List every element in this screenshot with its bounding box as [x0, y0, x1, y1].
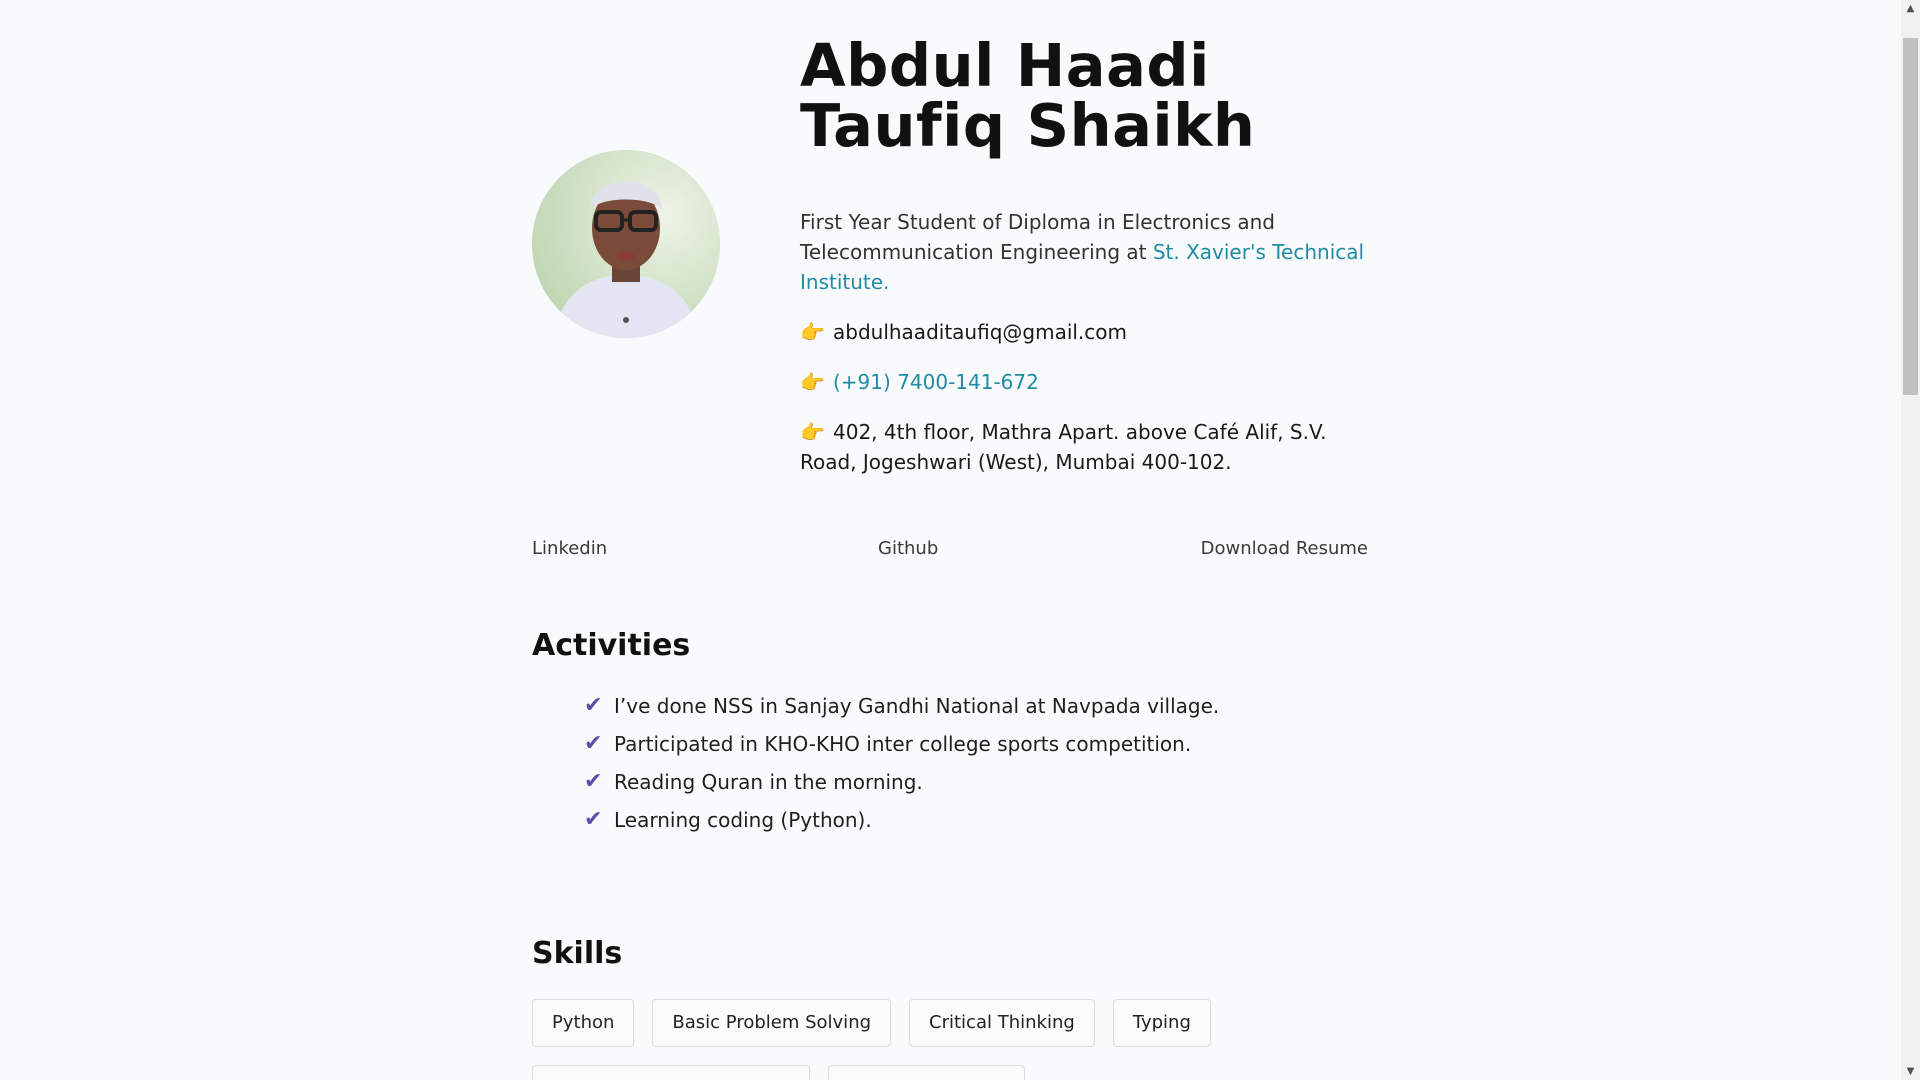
checkmark-icon: ✔ — [584, 769, 603, 794]
linkedin-link[interactable]: Linkedin — [532, 538, 607, 559]
pointing-hand-icon: 👉 — [800, 370, 825, 394]
phone-row: 👉 (+91) 7400-141-672 — [800, 367, 1370, 397]
list-item: ✔ I’ve done NSS in Sanjay Gandhi National… — [584, 687, 1368, 725]
checkmark-icon: ✔ — [584, 693, 603, 718]
resume-page: Abdul Haadi Taufiq Shaikh First Year Stu… — [0, 0, 1920, 1080]
skill-chip: Typing — [1112, 999, 1211, 1047]
phone-link[interactable]: (+91) 7400-141-672 — [833, 367, 1039, 397]
pointing-hand-icon: 👉 — [800, 420, 825, 444]
skills-heading: Skills — [532, 936, 623, 971]
activities-section: Activities ✔ I’ve done NSS in Sanjay Gand… — [532, 628, 1368, 839]
skill-chip: Critical Thinking — [909, 999, 1095, 1047]
address-row: 👉 402, 4th floor, Mathra Apart. above Caf… — [800, 417, 1370, 477]
bio-text: First Year Student of Diploma in Electro… — [800, 207, 1370, 297]
email-text: abdulhaaditaufiq@gmail.com — [833, 320, 1128, 344]
skill-chip-partial — [532, 1065, 810, 1080]
checkmark-icon: ✔ — [584, 731, 603, 756]
email-row: 👉 abdulhaaditaufiq@gmail.com — [800, 317, 1370, 347]
scrollbar-thumb[interactable] — [1903, 38, 1918, 395]
download-resume-link[interactable]: Download Resume — [1201, 538, 1368, 559]
name-line-2: Taufiq Shaikh — [800, 91, 1256, 160]
list-item: ✔ Participated in KHO-KHO inter college s… — [584, 725, 1368, 763]
vertical-scrollbar[interactable]: ▲ ▼ — [1901, 0, 1920, 1080]
activity-text: I’ve done NSS in Sanjay Gandhi National … — [614, 694, 1220, 718]
activity-text: Participated in KHO-KHO inter college sp… — [614, 732, 1192, 756]
page-title: Abdul Haadi Taufiq Shaikh — [800, 36, 1370, 156]
intro-block: Abdul Haadi Taufiq Shaikh First Year Stu… — [800, 36, 1370, 477]
skill-chip-partial — [828, 1065, 1025, 1080]
checkmark-icon: ✔ — [584, 807, 603, 832]
skills-section: Skills Python Basic Problem Solving Crit… — [532, 936, 1368, 1080]
profile-header: Abdul Haadi Taufiq Shaikh First Year Stu… — [532, 0, 1368, 500]
activity-text: Reading Quran in the morning. — [614, 770, 923, 794]
activity-text: Learning coding (Python). — [614, 808, 872, 832]
scroll-down-arrow-icon[interactable]: ▼ — [1901, 1063, 1920, 1080]
main-content: Abdul Haadi Taufiq Shaikh First Year Stu… — [532, 0, 1368, 1080]
skill-chip: Python — [532, 999, 635, 1047]
name-line-1: Abdul Haadi — [800, 31, 1210, 100]
list-item: ✔ Reading Quran in the morning. — [584, 763, 1368, 801]
address-text: 402, 4th floor, Mathra Apart. above Café… — [800, 420, 1327, 474]
scroll-up-arrow-icon[interactable]: ▲ — [1901, 0, 1920, 17]
activities-heading: Activities — [532, 628, 691, 663]
activities-list: ✔ I’ve done NSS in Sanjay Gandhi National… — [584, 687, 1368, 839]
github-link[interactable]: Github — [878, 538, 938, 559]
skills-chips: Python Basic Problem Solving Critical Th… — [532, 999, 1368, 1080]
profile-photo — [532, 150, 720, 338]
skill-chip: Basic Problem Solving — [652, 999, 892, 1047]
list-item: ✔ Learning coding (Python). — [584, 801, 1368, 839]
profile-links: Linkedin Github Download Resume — [532, 538, 1368, 568]
pointing-hand-icon: 👉 — [800, 320, 825, 344]
